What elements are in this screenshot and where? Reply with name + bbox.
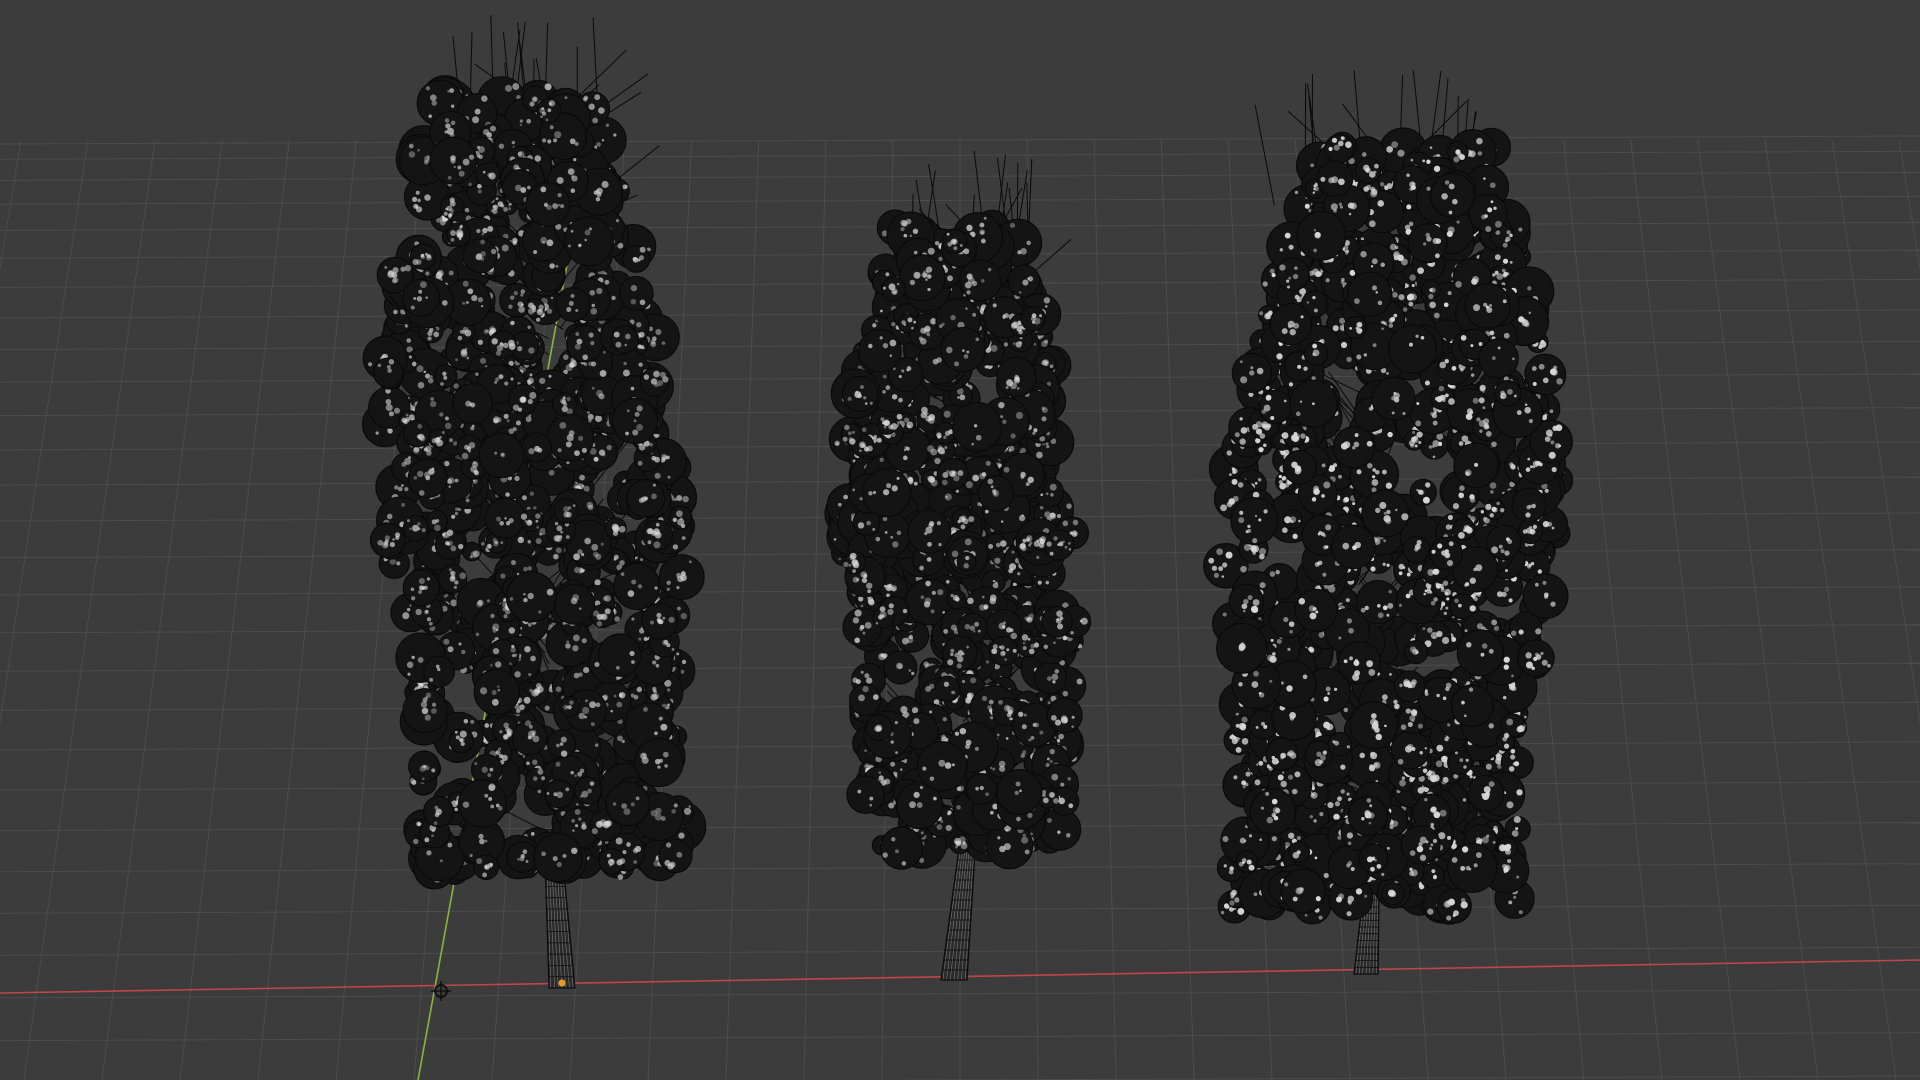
tree-left[interactable] <box>361 15 707 989</box>
tree-center[interactable] <box>824 150 1092 981</box>
3d-cursor-icon[interactable] <box>431 981 451 1001</box>
viewport-canvas[interactable] <box>0 0 1920 1080</box>
3d-viewport[interactable] <box>0 0 1920 1080</box>
tree-foliage <box>1203 127 1574 925</box>
tree-foliage <box>824 209 1092 870</box>
tree-foliage <box>361 75 707 890</box>
tree-trunk <box>940 839 977 981</box>
object-origin-icon[interactable] <box>558 979 566 987</box>
tree-right[interactable] <box>1203 70 1574 975</box>
